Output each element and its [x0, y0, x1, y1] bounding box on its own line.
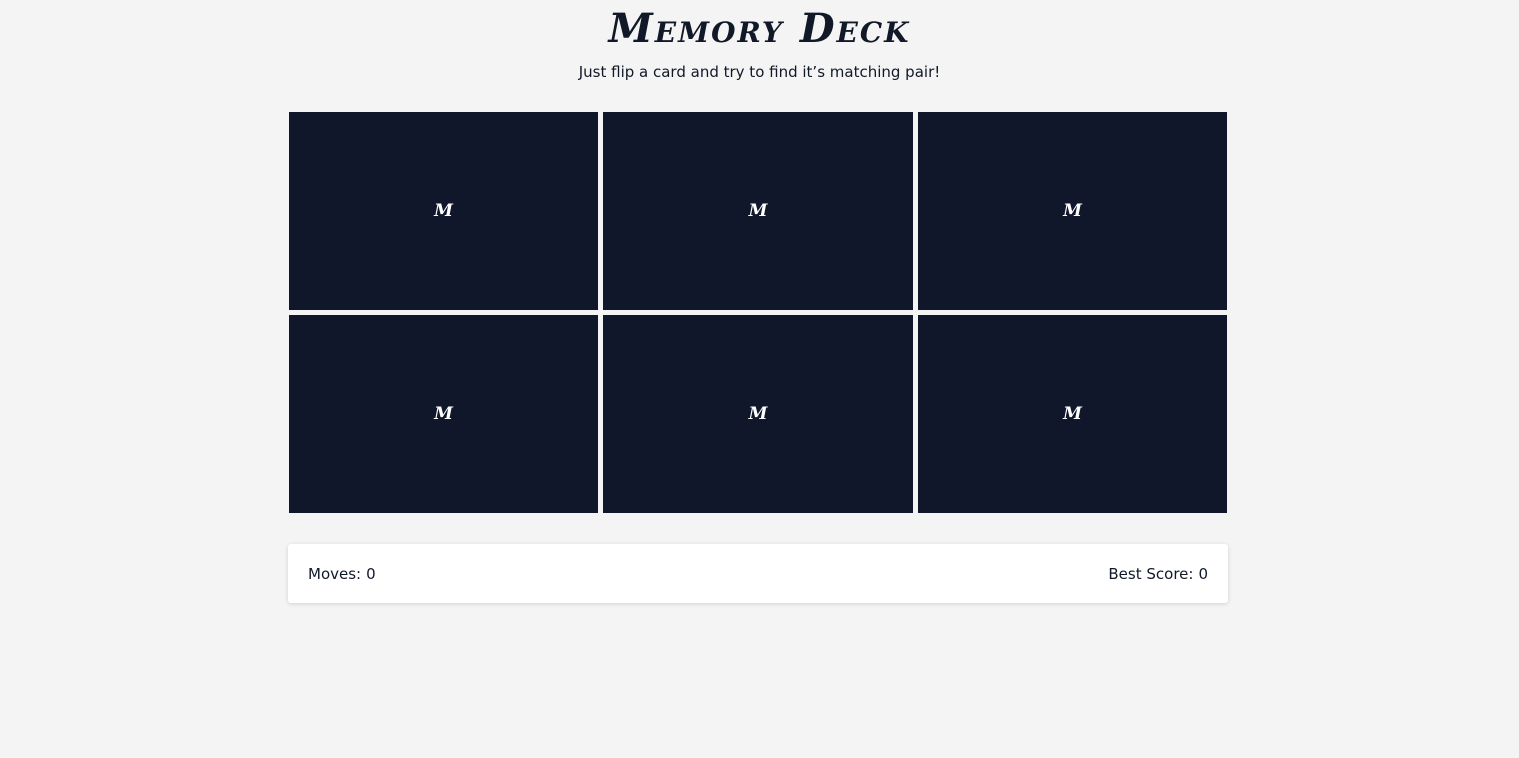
card-1[interactable]: M	[289, 112, 598, 310]
page-subtitle: Just flip a card and try to find it’s ma…	[578, 63, 941, 81]
card-3[interactable]: M	[918, 112, 1227, 310]
card-grid: M M M M M M	[289, 112, 1227, 513]
card-logo-icon: M	[748, 200, 768, 221]
card-4[interactable]: M	[289, 315, 598, 513]
card-6[interactable]: M	[918, 315, 1227, 513]
moves-value: 0	[366, 564, 376, 583]
moves-counter: Moves: 0	[308, 565, 376, 583]
card-logo-icon: M	[434, 200, 453, 221]
card-logo-icon: M	[1063, 200, 1082, 221]
card-logo-icon: M	[434, 403, 453, 424]
page-title: Memory Deck	[608, 5, 911, 52]
best-score-label: Best Score:	[1108, 564, 1194, 583]
card-5[interactable]: M	[603, 315, 913, 513]
card-logo-icon: M	[748, 403, 768, 424]
best-score: Best Score: 0	[1108, 565, 1208, 583]
card-2[interactable]: M	[603, 112, 913, 310]
moves-label: Moves:	[308, 564, 362, 583]
score-panel: Moves: 0 Best Score: 0	[288, 544, 1228, 603]
card-logo-icon: M	[1063, 403, 1082, 424]
best-score-value: 0	[1198, 564, 1208, 583]
